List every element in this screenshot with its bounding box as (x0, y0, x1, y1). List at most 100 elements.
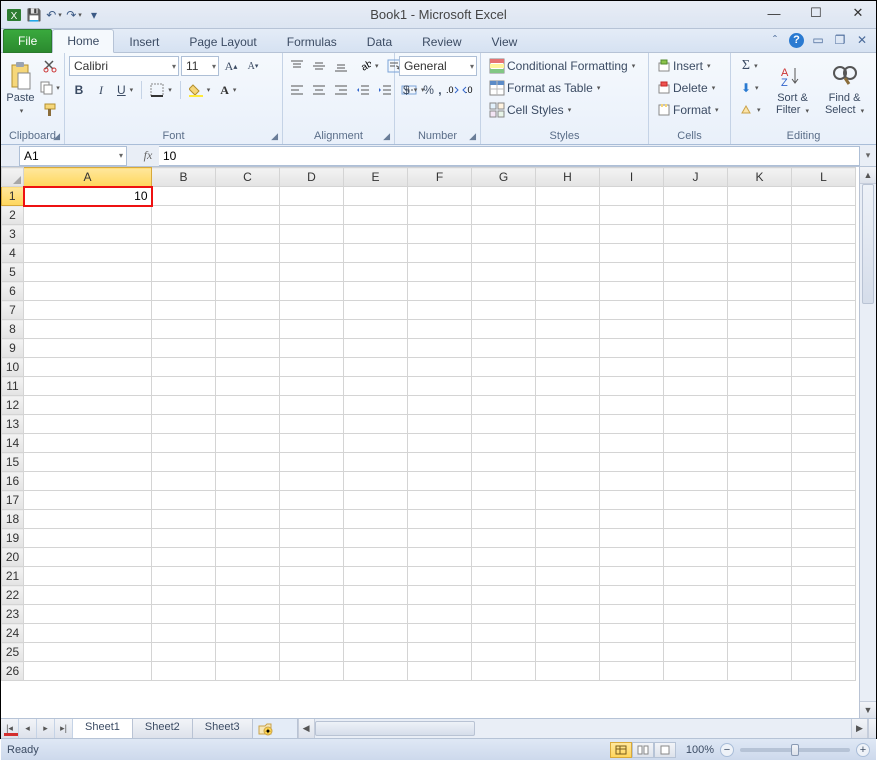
cell-J13[interactable] (664, 415, 728, 434)
row-header-1[interactable]: 1 (2, 187, 24, 206)
cell-D16[interactable] (280, 472, 344, 491)
cell-B18[interactable] (152, 510, 216, 529)
cell-K1[interactable] (728, 187, 792, 206)
cell-I1[interactable] (600, 187, 664, 206)
cell-E20[interactable] (344, 548, 408, 567)
zoom-slider[interactable] (740, 748, 850, 752)
cell-K12[interactable] (728, 396, 792, 415)
cell-C2[interactable] (216, 206, 280, 225)
cell-E13[interactable] (344, 415, 408, 434)
increase-font-button[interactable]: A▴ (221, 56, 241, 76)
cell-F15[interactable] (408, 453, 472, 472)
sheet-tab-1[interactable]: Sheet1 (73, 719, 133, 738)
row-header-5[interactable]: 5 (2, 263, 24, 282)
cell-F2[interactable] (408, 206, 472, 225)
increase-indent-button[interactable] (375, 80, 395, 100)
view-normal-button[interactable] (610, 742, 632, 758)
cell-H18[interactable] (536, 510, 600, 529)
row-header-15[interactable]: 15 (2, 453, 24, 472)
cell-E22[interactable] (344, 586, 408, 605)
align-right-button[interactable] (331, 80, 351, 100)
cell-H5[interactable] (536, 263, 600, 282)
cell-B3[interactable] (152, 225, 216, 244)
decrease-font-button[interactable]: A▾ (243, 56, 263, 76)
cell-C15[interactable] (216, 453, 280, 472)
scroll-left-button[interactable]: ◀ (298, 719, 315, 738)
cell-J17[interactable] (664, 491, 728, 510)
cell-E23[interactable] (344, 605, 408, 624)
cell-C23[interactable] (216, 605, 280, 624)
col-header-B[interactable]: B (152, 168, 216, 187)
tab-page-layout[interactable]: Page Layout (174, 30, 271, 53)
cell-C26[interactable] (216, 662, 280, 681)
cell-B21[interactable] (152, 567, 216, 586)
cell-K9[interactable] (728, 339, 792, 358)
cell-F25[interactable] (408, 643, 472, 662)
help-icon[interactable]: ? (789, 33, 804, 48)
cell-B8[interactable] (152, 320, 216, 339)
row-header-9[interactable]: 9 (2, 339, 24, 358)
maximize-button[interactable]: ☐ (802, 3, 830, 23)
row-header-19[interactable]: 19 (2, 529, 24, 548)
format-painter-button[interactable] (40, 100, 60, 120)
cell-I12[interactable] (600, 396, 664, 415)
cell-L23[interactable] (792, 605, 856, 624)
font-dialog-icon[interactable]: ◢ (271, 131, 278, 142)
cell-F3[interactable] (408, 225, 472, 244)
hscroll-split[interactable] (868, 719, 876, 738)
cell-B12[interactable] (152, 396, 216, 415)
cell-I7[interactable] (600, 301, 664, 320)
col-header-E[interactable]: E (344, 168, 408, 187)
cell-G21[interactable] (472, 567, 536, 586)
cell-C21[interactable] (216, 567, 280, 586)
cell-K19[interactable] (728, 529, 792, 548)
tab-data[interactable]: Data (352, 30, 407, 53)
col-header-G[interactable]: G (472, 168, 536, 187)
cell-D2[interactable] (280, 206, 344, 225)
cell-B9[interactable] (152, 339, 216, 358)
col-header-K[interactable]: K (728, 168, 792, 187)
cell-K25[interactable] (728, 643, 792, 662)
cell-F11[interactable] (408, 377, 472, 396)
cell-L18[interactable] (792, 510, 856, 529)
cell-J3[interactable] (664, 225, 728, 244)
border-button[interactable]: ▾ (146, 80, 176, 100)
currency-button[interactable]: $▾ (399, 80, 421, 100)
cell-E17[interactable] (344, 491, 408, 510)
cell-F8[interactable] (408, 320, 472, 339)
cell-C22[interactable] (216, 586, 280, 605)
cell-C17[interactable] (216, 491, 280, 510)
copy-button[interactable]: ▾ (40, 78, 60, 98)
cell-A11[interactable] (24, 377, 152, 396)
cell-D13[interactable] (280, 415, 344, 434)
cell-L6[interactable] (792, 282, 856, 301)
cell-A23[interactable] (24, 605, 152, 624)
cell-E1[interactable] (344, 187, 408, 206)
cell-G7[interactable] (472, 301, 536, 320)
cell-D15[interactable] (280, 453, 344, 472)
cell-I24[interactable] (600, 624, 664, 643)
cell-B24[interactable] (152, 624, 216, 643)
cell-F16[interactable] (408, 472, 472, 491)
cell-C7[interactable] (216, 301, 280, 320)
row-header-6[interactable]: 6 (2, 282, 24, 301)
cell-B14[interactable] (152, 434, 216, 453)
cell-G24[interactable] (472, 624, 536, 643)
cell-I26[interactable] (600, 662, 664, 681)
row-header-17[interactable]: 17 (2, 491, 24, 510)
cell-L4[interactable] (792, 244, 856, 263)
cell-F26[interactable] (408, 662, 472, 681)
cell-G20[interactable] (472, 548, 536, 567)
cell-J7[interactable] (664, 301, 728, 320)
col-header-C[interactable]: C (216, 168, 280, 187)
cell-G14[interactable] (472, 434, 536, 453)
row-header-8[interactable]: 8 (2, 320, 24, 339)
clipboard-dialog-icon[interactable]: ◢ (53, 131, 60, 142)
select-all-corner[interactable] (2, 168, 24, 187)
row-header-25[interactable]: 25 (2, 643, 24, 662)
cell-B11[interactable] (152, 377, 216, 396)
delete-cells-button[interactable]: Delete▾ (653, 78, 726, 98)
cell-F5[interactable] (408, 263, 472, 282)
cell-L5[interactable] (792, 263, 856, 282)
cell-J8[interactable] (664, 320, 728, 339)
